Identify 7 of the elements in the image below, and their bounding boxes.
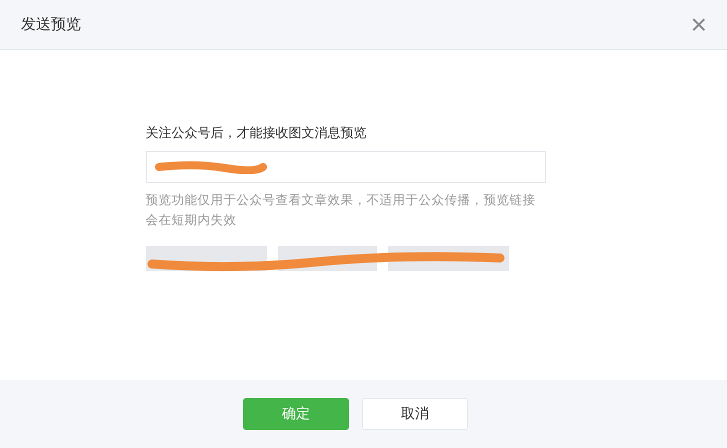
hint-text: 预览功能仅用于公众号查看文章效果，不适用于公众传播，预览链接会在短期内失效 — [146, 191, 536, 229]
dialog-title: 发送预览 — [21, 15, 81, 34]
cancel-button[interactable]: 取消 — [362, 398, 468, 430]
confirm-button[interactable]: 确定 — [243, 398, 349, 430]
close-button[interactable]: × — [690, 10, 707, 38]
field-label: 关注公众号后，才能接收图文消息预览 — [146, 125, 368, 142]
input-field[interactable] — [146, 151, 546, 183]
